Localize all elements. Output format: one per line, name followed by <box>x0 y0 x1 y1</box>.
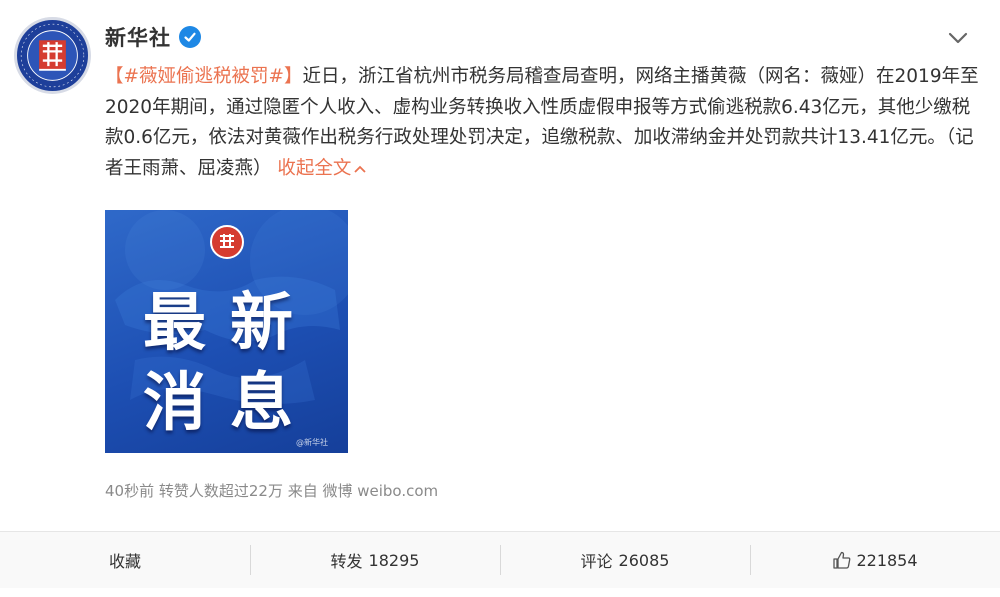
post-meta: 40秒前 转赞人数超过22万 来自 微博 weibo.com <box>105 482 439 500</box>
image-headline-1: 最新 <box>143 286 317 359</box>
comment-label: 评论 <box>580 552 613 571</box>
image-watermark: @新华社 <box>296 438 328 447</box>
xinhua-logo-icon <box>210 225 244 259</box>
post-header: 新华社 <box>105 22 201 52</box>
like-count: 221854 <box>856 550 918 570</box>
image-headline-2: 消息 <box>143 366 317 439</box>
comment-button[interactable]: 评论 26085 <box>500 532 750 588</box>
comment-count: 26085 <box>618 550 670 570</box>
thumbs-up-icon <box>833 551 851 569</box>
repost-button[interactable]: 转发 18295 <box>250 532 500 588</box>
account-name[interactable]: 新华社 <box>105 22 171 52</box>
repost-count: 18295 <box>368 550 420 570</box>
verified-badge-icon <box>179 26 201 48</box>
avatar[interactable] <box>14 17 91 94</box>
collect-label: 收藏 <box>108 552 141 571</box>
post-image[interactable]: 最新 消息 @新华社 <box>105 210 348 453</box>
chevron-up-icon <box>354 165 367 173</box>
collapse-label: 收起全文 <box>277 157 352 179</box>
xinhua-logo-icon <box>17 20 88 91</box>
repost-label: 转发 <box>330 552 363 571</box>
post-text: 【#薇娅偷逃税被罚#】近日，浙江省杭州市税务局稽查局查明，网络主播黄薇（网名：薇… <box>105 62 985 184</box>
action-bar: 收藏 转发 18295 评论 26085 221854 <box>0 532 1000 588</box>
collapse-full-text-button[interactable]: 收起全文 <box>277 158 367 179</box>
like-button[interactable]: 221854 <box>750 532 1000 588</box>
chevron-down-icon[interactable] <box>944 26 972 50</box>
hashtag-link[interactable]: 【#薇娅偷逃税被罚#】 <box>105 66 303 87</box>
collect-button[interactable]: 收藏 <box>0 532 250 588</box>
